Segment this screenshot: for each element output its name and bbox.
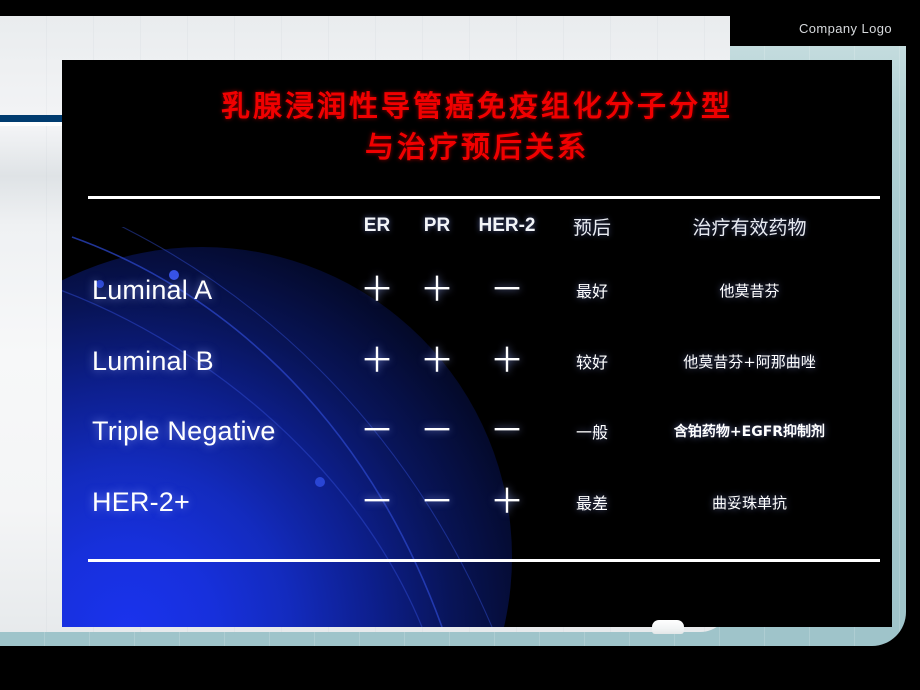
header-prognosis: 预后	[572, 216, 611, 239]
row-prognosis-value: 最好	[575, 282, 608, 301]
table-header-row: ER PR HER-2 预后 治疗有效药物	[62, 208, 892, 244]
row-subtype-label: HER-2+	[92, 486, 190, 517]
row-her2-value: ＋	[490, 341, 524, 381]
header-er: ER	[363, 215, 391, 236]
top-black-band	[0, 0, 920, 16]
row-pr-value: ＋	[420, 341, 454, 381]
row-prognosis-value: 最差	[575, 494, 608, 513]
row-er-value: ＋	[360, 341, 394, 381]
row-subtype-label: Luminal A	[92, 274, 213, 305]
row-pr-value: －	[420, 482, 454, 522]
header-drugs: 治疗有效药物	[692, 216, 807, 239]
row-pr-value: －	[420, 411, 454, 451]
row-her2-value: －	[490, 270, 524, 310]
row-subtype-label: Triple Negative	[92, 415, 276, 446]
row-er-value: －	[360, 482, 394, 522]
header-her2: HER-2	[478, 215, 536, 236]
row-prognosis-value: 一般	[575, 423, 608, 442]
slide: Company Logo 乳腺浸润性导管癌免疫组化分子分型 与治疗预后关系 ER	[0, 0, 920, 690]
row-prognosis-value: 较好	[575, 353, 608, 372]
slide-content-box: 乳腺浸润性导管癌免疫组化分子分型 与治疗预后关系 ER PR HER-2 预后 …	[62, 60, 892, 627]
row-subtype-label: Luminal B	[92, 345, 214, 376]
header-pr: PR	[423, 215, 451, 236]
row-drugs-value: 曲妥珠单抗	[711, 493, 787, 512]
bottom-tab-bump	[652, 620, 684, 634]
navy-accent-rule	[0, 115, 64, 122]
navy-accent-rule-highlight	[0, 122, 64, 126]
table-row: HER-2+ － － ＋ 最差 曲妥珠单抗	[62, 472, 892, 532]
row-her2-value: ＋	[490, 482, 524, 522]
table-row: Triple Negative － － － 一般 含铂药物+EGFR抑制剂	[62, 401, 892, 461]
row-er-value: －	[360, 411, 394, 451]
row-pr-value: ＋	[420, 270, 454, 310]
table-row: Luminal B ＋ ＋ ＋ 较好 他莫昔芬+阿那曲唑	[62, 331, 892, 391]
company-logo-text: Company Logo	[799, 21, 892, 36]
row-her2-value: －	[490, 411, 524, 451]
row-drugs-value: 他莫昔芬+阿那曲唑	[683, 352, 816, 371]
row-drugs-value: 他莫昔芬	[719, 281, 780, 300]
row-drugs-value: 含铂药物+EGFR抑制剂	[673, 424, 826, 440]
row-er-value: ＋	[360, 270, 394, 310]
molecular-subtype-table: ER PR HER-2 预后 治疗有效药物 Luminal A ＋ ＋ － 最好…	[62, 60, 892, 627]
table-row: Luminal A ＋ ＋ － 最好 他莫昔芬	[62, 260, 892, 320]
